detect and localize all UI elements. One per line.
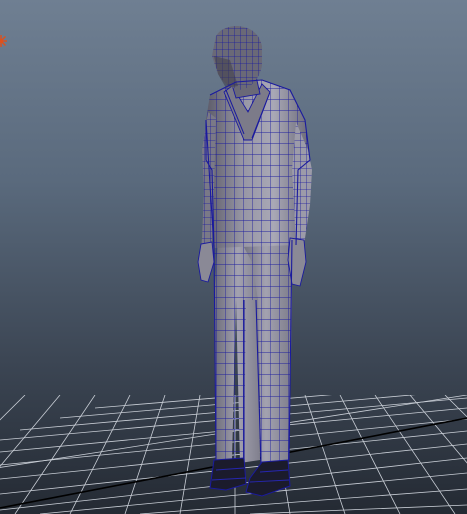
perspective-viewport[interactable] xyxy=(0,0,467,514)
character-model[interactable] xyxy=(197,26,312,497)
viewport-scene[interactable] xyxy=(0,0,467,514)
light-icon[interactable] xyxy=(0,34,8,48)
